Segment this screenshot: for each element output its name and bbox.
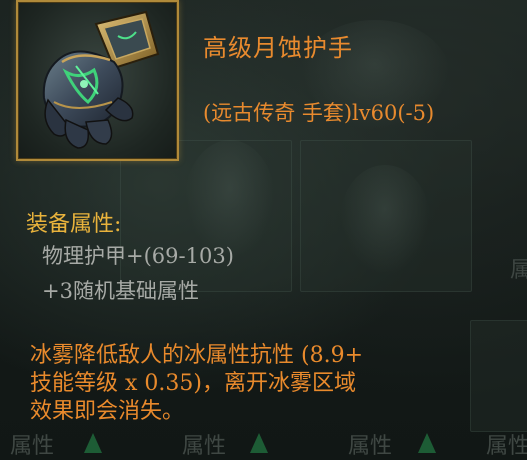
legendary-effect: 冰雾降低敌人的冰属性抗性 (8.9+ 技能等级 x 0.35)，离开冰雾区域 效… bbox=[30, 342, 500, 426]
background-tab: 属性 bbox=[182, 434, 227, 459]
game-screen: 高级月蚀护手 (远古传奇 手套)lv60(-5) 装备属性: 物理护甲+(69-… bbox=[0, 0, 527, 460]
item-name: 高级月蚀护手 bbox=[203, 34, 353, 62]
green-arrow-icon bbox=[418, 433, 436, 453]
background-figure bbox=[340, 165, 430, 275]
effect-line: 技能等级 x 0.35)，离开冰雾区域 bbox=[30, 371, 356, 396]
green-arrow-icon bbox=[84, 433, 102, 453]
background-tab: 属性 bbox=[348, 434, 393, 459]
green-arrow-icon bbox=[250, 433, 268, 453]
stat-random-attributes: +3随机基础属性 bbox=[42, 279, 199, 303]
item-type: (远古传奇 手套)lv60(-5) bbox=[203, 101, 435, 125]
background-tab-partial: 属 bbox=[510, 258, 527, 283]
effect-line: 冰雾降低敌人的冰属性抗性 (8.9+ bbox=[30, 343, 363, 368]
background-tab: 属性 bbox=[10, 434, 55, 459]
background-tab: 属性 bbox=[486, 434, 527, 459]
effect-line: 效果即会消失。 bbox=[30, 399, 185, 424]
attributes-header: 装备属性: bbox=[26, 212, 122, 237]
stat-physical-armor: 物理护甲+(69-103) bbox=[42, 244, 234, 268]
gauntlet-icon bbox=[16, 0, 179, 161]
